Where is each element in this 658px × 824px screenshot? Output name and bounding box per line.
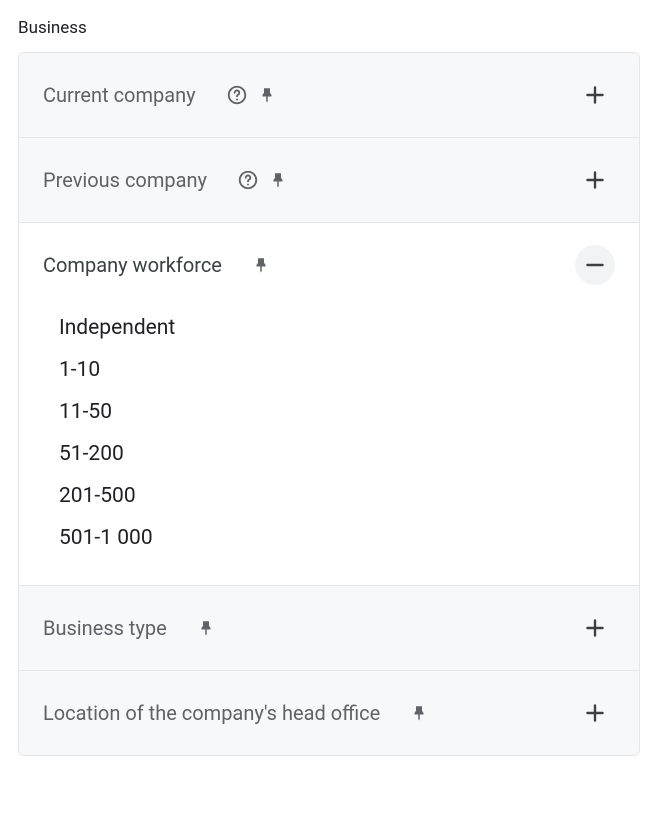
pin-icon[interactable] [197,619,215,637]
expand-button[interactable] [575,608,615,648]
filters-panel: Current company Previous company [18,52,640,756]
workforce-options: Independent 1-10 11-50 51-200 201-500 50… [19,307,639,586]
pin-icon[interactable] [258,86,276,104]
icon-group [226,84,276,106]
filter-business-type[interactable]: Business type [19,586,639,671]
section-title: Business [18,18,640,38]
icon-group [197,619,215,637]
icon-group [410,704,428,722]
filter-previous-company[interactable]: Previous company [19,138,639,223]
options-list: Independent 1-10 11-50 51-200 201-500 50… [19,307,639,559]
expand-button[interactable] [575,160,615,200]
filter-current-company[interactable]: Current company [19,53,639,138]
expand-button[interactable] [575,75,615,115]
help-icon[interactable] [237,169,259,191]
icon-group [237,169,287,191]
collapse-button[interactable] [575,245,615,285]
filter-label: Company workforce [43,253,222,277]
pin-icon[interactable] [252,256,270,274]
option-201-500[interactable]: 201-500 [59,475,609,517]
filter-label: Current company [43,83,196,107]
filter-head-office-location[interactable]: Location of the company's head office [19,671,639,755]
expand-button[interactable] [575,693,615,733]
help-icon[interactable] [226,84,248,106]
filter-company-workforce[interactable]: Company workforce [19,223,639,307]
filter-label: Previous company [43,168,207,192]
option-11-50[interactable]: 11-50 [59,391,609,433]
icon-group [252,256,270,274]
option-501-1000[interactable]: 501-1 000 [59,517,609,559]
filter-label: Location of the company's head office [43,701,380,725]
option-51-200[interactable]: 51-200 [59,433,609,475]
filter-label: Business type [43,616,167,640]
pin-icon[interactable] [410,704,428,722]
option-1-10[interactable]: 1-10 [59,349,609,391]
pin-icon[interactable] [269,171,287,189]
option-independent[interactable]: Independent [59,307,609,349]
